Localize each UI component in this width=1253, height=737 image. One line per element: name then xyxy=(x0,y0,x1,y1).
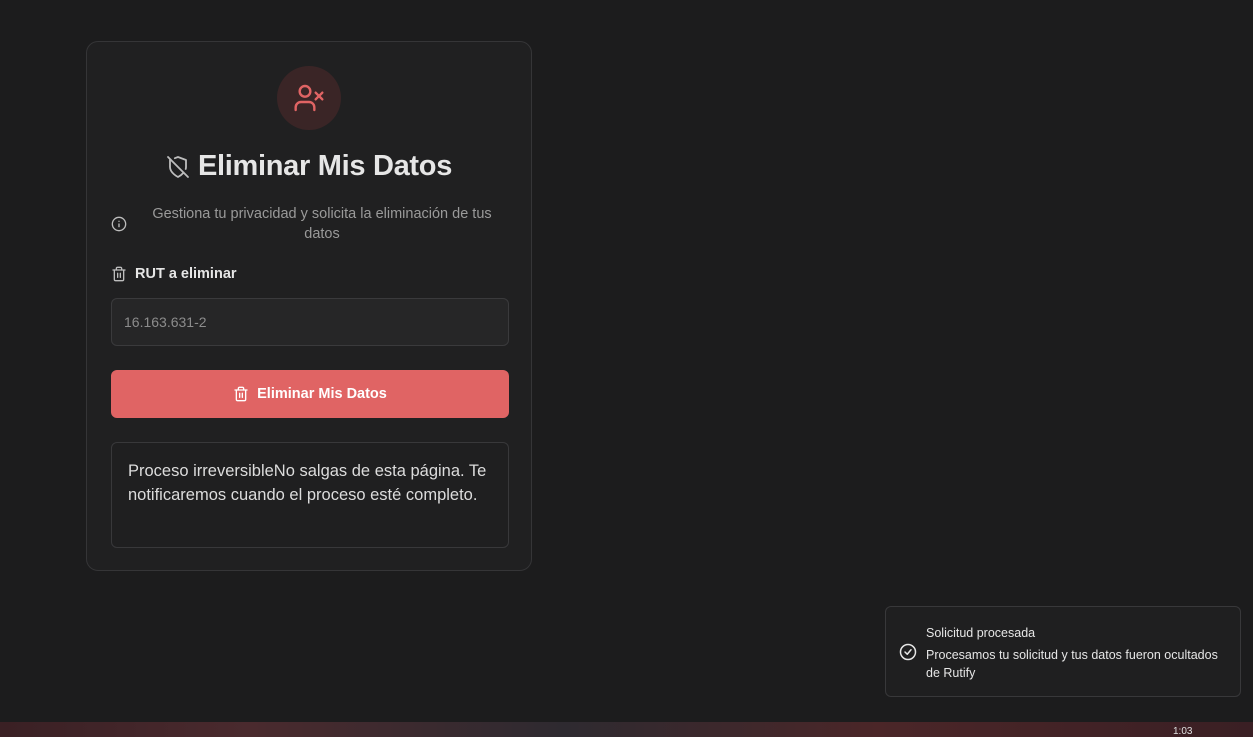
taskbar xyxy=(0,722,1253,737)
trash-icon xyxy=(112,266,126,282)
rut-input[interactable] xyxy=(111,298,509,346)
subtitle-row: Gestiona tu privacidad y solicita la eli… xyxy=(111,204,507,244)
title-row: Eliminar Mis Datos xyxy=(87,150,531,183)
rut-field-label-row: RUT a eliminar xyxy=(111,266,237,282)
page-title: Eliminar Mis Datos xyxy=(197,150,453,182)
delete-data-button-label: Eliminar Mis Datos xyxy=(257,386,387,402)
delete-data-button[interactable]: Eliminar Mis Datos xyxy=(111,370,509,418)
taskbar-clock: 1:03 xyxy=(1173,726,1193,737)
irreversible-notice: Proceso irreversibleNo salgas de esta pá… xyxy=(111,442,509,548)
page-subtitle: Gestiona tu privacidad y solicita la eli… xyxy=(152,206,492,242)
avatar xyxy=(277,66,341,130)
user-x-icon xyxy=(294,84,324,112)
rut-field-label: RUT a eliminar xyxy=(135,266,237,282)
trash-icon xyxy=(234,386,248,402)
shield-off-icon xyxy=(167,155,189,178)
info-icon xyxy=(111,216,127,232)
delete-data-card: Eliminar Mis Datos Gestiona tu privacida… xyxy=(86,41,532,571)
toast-description: Procesamos tu solicitud y tus datos fuer… xyxy=(926,648,1218,680)
check-circle-icon xyxy=(899,643,917,661)
page: Eliminar Mis Datos Gestiona tu privacida… xyxy=(0,0,1253,737)
toast-title: Solicitud procesada xyxy=(926,626,1036,640)
success-toast: Solicitud procesada Procesamos tu solici… xyxy=(885,606,1241,697)
